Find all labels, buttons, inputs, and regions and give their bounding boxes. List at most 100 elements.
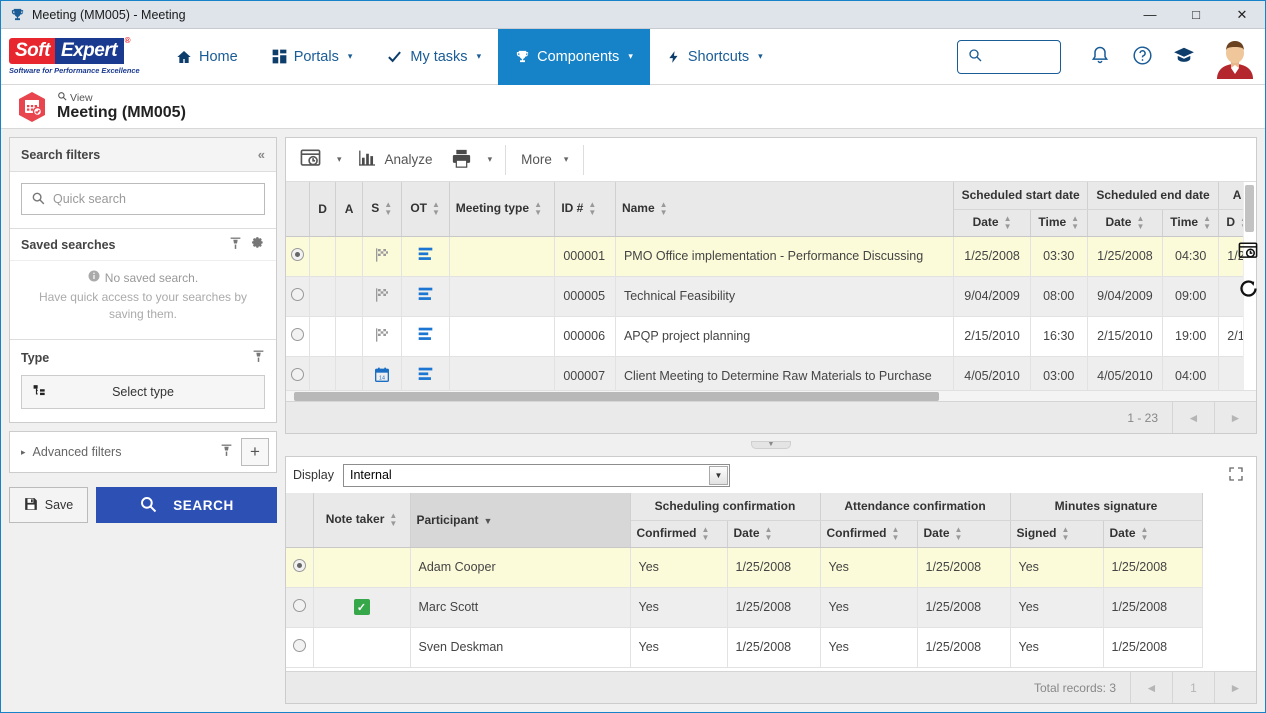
cell-ot-icon[interactable] — [401, 316, 450, 357]
column-header-name[interactable]: Name ▲ ▼ — [615, 182, 955, 237]
sort-icon[interactable]: ▲▼ — [892, 525, 900, 542]
cell-status-icon[interactable] — [362, 276, 402, 317]
cell-note-taker[interactable]: ✓ — [313, 587, 411, 628]
help-button[interactable] — [1121, 36, 1163, 78]
table-row[interactable]: Adam Cooper Yes 1/25/2008 Yes 1/25/2008 Yes 1/… — [286, 547, 1203, 588]
table-row[interactable]: 000005 Technical Feasibility 9/04/2009 08:0… — [286, 276, 1256, 317]
column-header-ot[interactable]: OT ▲ ▼ — [401, 182, 450, 237]
participants-pager-next[interactable]: ► — [1214, 672, 1256, 703]
row-select-cell[interactable] — [286, 276, 310, 317]
table-row[interactable]: Sven Deskman Yes 1/25/2008 Yes 1/25/2008 Yes 1… — [286, 627, 1203, 668]
sort-icon[interactable]: ▲▼ — [1141, 525, 1149, 542]
table-row[interactable]: 14 000007 Client Meeting to Determine Raw … — [286, 356, 1256, 390]
column-header-sub-2-1[interactable]: Date ▲ ▼ — [1103, 520, 1203, 548]
cell-ot-icon[interactable] — [401, 356, 450, 390]
row-select-radio[interactable] — [290, 288, 304, 301]
pager-prev-button[interactable]: ◄ — [1172, 402, 1214, 433]
sort-icon[interactable]: ▲▼ — [588, 200, 596, 217]
column-header-meeting_type[interactable]: Meeting type ▲ ▼ — [449, 182, 556, 237]
minimize-button[interactable]: — — [1127, 1, 1173, 28]
sort-icon[interactable]: ▲▼ — [765, 525, 773, 542]
print-caret[interactable]: ▾ — [481, 154, 500, 165]
table-row[interactable]: ✓ Marc Scott Yes 1/25/2008 Yes 1/25/2008 Yes 1/… — [286, 587, 1203, 628]
avatar[interactable] — [1213, 35, 1257, 79]
sort-icon[interactable]: ▲▼ — [1071, 214, 1079, 231]
row-select-cell[interactable] — [286, 547, 314, 588]
refresh-icon[interactable] — [1238, 278, 1259, 302]
participants-pager-page[interactable]: 1 — [1172, 672, 1214, 703]
nav-item-components[interactable]: Components ▾ — [498, 28, 650, 85]
column-header-sub-0-1[interactable]: Date ▲ ▼ — [727, 520, 821, 548]
column-header-sub-1-1[interactable]: Date ▲ ▼ — [917, 520, 1011, 548]
row-select-radio[interactable] — [290, 248, 304, 261]
collapse-sidebar-icon[interactable]: « — [258, 147, 265, 162]
sort-icon[interactable]: ▲▼ — [432, 200, 440, 217]
nav-item-shortcuts[interactable]: Shortcuts ▾ — [650, 29, 780, 85]
vertical-scrollbar-thumb[interactable] — [1245, 185, 1254, 232]
column-header-sub-1-0[interactable]: Confirmed ▲ ▼ — [820, 520, 918, 548]
expand-icon[interactable] — [1228, 466, 1244, 485]
table-row[interactable]: 000001 PMO Office implementation - Perfor… — [286, 236, 1256, 277]
cell-status-icon[interactable] — [362, 316, 402, 357]
cell-ot-icon[interactable] — [401, 276, 450, 317]
pager-next-button[interactable]: ► — [1214, 402, 1256, 433]
splitter-grip[interactable]: ▼ — [751, 441, 791, 449]
sort-icon[interactable]: ▲▼ — [1062, 525, 1070, 542]
view-mode-caret[interactable]: ▾ — [330, 154, 349, 165]
cell-ot-icon[interactable] — [401, 236, 450, 277]
row-select-radio[interactable] — [292, 559, 306, 572]
column-header-s[interactable]: S ▲ ▼ — [362, 182, 402, 237]
window-clock-icon[interactable] — [1238, 242, 1258, 263]
global-search-box[interactable] — [957, 39, 1061, 74]
row-select-radio[interactable] — [290, 368, 304, 381]
horizontal-scrollbar-thumb[interactable] — [294, 392, 939, 401]
view-mode-button[interactable] — [291, 141, 330, 179]
column-header-id[interactable]: ID # ▲ ▼ — [554, 182, 616, 237]
maximize-button[interactable]: □ — [1173, 1, 1219, 28]
softexpert-logo[interactable]: Soft Expert ® Software for Performance E… — [9, 35, 140, 79]
sort-icon[interactable]: ▲▼ — [1136, 214, 1144, 231]
column-header-sub-0-1[interactable]: Time ▲ ▼ — [1030, 209, 1088, 237]
table-row[interactable]: 000006 APQP project planning 2/15/2010 16:3… — [286, 316, 1256, 357]
print-button[interactable] — [442, 141, 481, 179]
row-select-cell[interactable] — [286, 587, 314, 628]
select-type-button[interactable]: Select type — [21, 375, 265, 409]
horizontal-scrollbar[interactable] — [286, 390, 1256, 401]
participants-pager-prev[interactable]: ◄ — [1130, 672, 1172, 703]
sort-icon[interactable]: ▲▼ — [389, 511, 397, 528]
notifications-button[interactable] — [1079, 36, 1121, 78]
row-select-radio[interactable] — [292, 599, 306, 612]
column-header-sub-1-1[interactable]: Time ▲ ▼ — [1162, 209, 1220, 237]
row-select-radio[interactable] — [292, 639, 306, 652]
close-button[interactable]: ✕ — [1219, 1, 1265, 28]
row-select-cell[interactable] — [286, 316, 310, 357]
nav-item-portals[interactable]: Portals ▾ — [255, 29, 370, 85]
row-select-cell[interactable] — [286, 356, 310, 390]
analyze-button[interactable]: Analyze — [349, 141, 442, 179]
row-select-cell[interactable] — [286, 627, 314, 668]
cell-status-icon[interactable]: 14 — [362, 356, 402, 390]
row-select-cell[interactable] — [286, 236, 310, 277]
cell-note-taker[interactable] — [313, 627, 411, 668]
display-select[interactable]: Internal ▼ — [343, 463, 730, 487]
save-button[interactable]: Save — [9, 487, 88, 523]
column-header-sub-1-0[interactable]: Date ▲ ▼ — [1087, 209, 1164, 237]
sort-icon[interactable]: ▲▼ — [660, 200, 668, 217]
nav-item-my-tasks[interactable]: My tasks ▾ — [369, 29, 498, 85]
sort-icon[interactable]: ▲▼ — [384, 200, 392, 217]
panel-splitter[interactable]: ▼ — [285, 441, 1257, 449]
academy-button[interactable] — [1163, 36, 1205, 78]
column-header-sub-0-0[interactable]: Confirmed ▲ ▼ — [630, 520, 728, 548]
column-header-sub-0-0[interactable]: Date ▲ ▼ — [953, 209, 1031, 237]
note-taker-checkbox[interactable]: ✓ — [353, 599, 370, 615]
advanced-filters-toggle[interactable]: ▸ Advanced filters — [21, 445, 212, 459]
search-input[interactable]: Quick search — [21, 183, 265, 215]
sort-desc-icon[interactable]: ▼ — [484, 516, 493, 525]
sort-icon[interactable]: ▲▼ — [534, 200, 542, 217]
nav-item-home[interactable]: Home — [159, 29, 255, 85]
search-button[interactable]: SEARCH — [96, 487, 277, 523]
clear-filter-icon[interactable] — [220, 444, 233, 460]
cell-note-taker[interactable] — [313, 547, 411, 588]
sort-icon[interactable]: ▲▼ — [955, 525, 963, 542]
gear-icon[interactable] — [251, 236, 265, 253]
